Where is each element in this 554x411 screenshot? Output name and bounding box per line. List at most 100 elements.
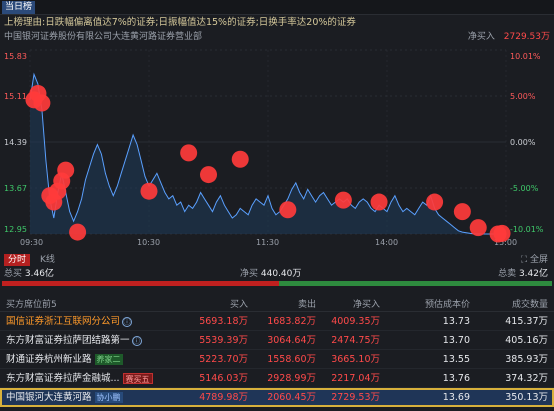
y-pct-tick-label: 5.00% [510, 92, 536, 101]
total-sell: 总卖 3.42亿 [498, 268, 548, 280]
tab-kline[interactable]: K线 [40, 254, 55, 266]
info-icon[interactable]: ⓘ [122, 316, 133, 327]
seat-tag: 养家二 [94, 354, 123, 365]
buy-ratio-fill [2, 281, 279, 286]
trade-marker [334, 191, 352, 209]
cost-value: 13.73 [442, 316, 470, 327]
seat-name: 中国银河大连黄河路 协小鹏 [6, 388, 123, 407]
seat-name-text: 中国银河大连黄河路 [6, 392, 92, 403]
buy-value: 5539.39万 [199, 335, 248, 346]
amount-value: 350.13万 [505, 392, 548, 403]
total-sell-value: 3.42亿 [518, 269, 548, 279]
cost-value: 13.69 [442, 392, 470, 403]
branch-name: 中国银河证券股份有限公司大连黄河路证券营业部 [4, 32, 203, 42]
listing-reason: 上榜理由:日跌幅偏离值达7%的证券;日振幅值达15%的证券;日换手率达20%的证… [4, 17, 356, 28]
trade-marker [469, 219, 487, 237]
table-row[interactable]: 财通证券杭州新业路 养家二 5223.70万 1558.60万 3665.10万 … [0, 350, 554, 369]
header-buy[interactable]: 买入 [230, 298, 248, 312]
trade-marker [231, 150, 249, 168]
header-net[interactable]: 净买入 [353, 298, 380, 312]
table-row-selected[interactable]: 中国银河大连黄河路 协小鹏 4789.98万 2060.45万 2729.53万 … [0, 388, 554, 407]
cost-value: 13.70 [442, 335, 470, 346]
net-value: 4009.35万 [331, 316, 380, 327]
trade-marker [279, 201, 297, 219]
seat-name-text: 东方财富证券拉萨金融城... [6, 373, 120, 384]
header-amount[interactable]: 成交数量 [512, 298, 548, 312]
seat-name: 财通证券杭州新业路 养家二 [6, 350, 123, 369]
amount-value: 374.32万 [505, 373, 548, 384]
sell-value: 2928.99万 [267, 373, 316, 384]
table-header: 买方席位前5 买入 卖出 净买入 预估成本价 成交数量 [0, 298, 554, 312]
net-value: 2474.75万 [331, 335, 380, 346]
x-tick-label: 14:00 [375, 238, 398, 247]
fullscreen-button[interactable]: ⛶ 全屏 [521, 254, 548, 266]
y-pct-tick-label: 10.01% [510, 52, 541, 61]
total-net-label: 净买 [240, 269, 259, 279]
totals-bar: 总买 3.46亿 净买 440.40万 总卖 3.42亿 [0, 268, 554, 280]
seat-tag: 协小鹏 [94, 392, 123, 403]
table-row[interactable]: 东方财富证券拉萨团结路第一 ⓘ 5539.39万 3064.64万 2474.75… [0, 331, 554, 350]
total-buy-label: 总买 [4, 269, 23, 279]
x-tick-label: 11:30 [256, 238, 279, 247]
amount-value: 405.16万 [505, 335, 548, 346]
total-net-value: 440.40万 [260, 269, 302, 279]
total-sell-label: 总卖 [498, 269, 517, 279]
seat-name: 东方财富证券拉萨金融城... 赛买五 [6, 369, 153, 388]
sell-value: 3064.64万 [267, 335, 316, 346]
seat-name-text: 财通证券杭州新业路 [6, 354, 92, 365]
seat-tag: 赛买五 [122, 373, 153, 384]
fullscreen-label: 全屏 [529, 255, 548, 265]
branch-net-buy: 净买入 2729.53万 [468, 31, 550, 43]
x-tick-label: 10:30 [137, 238, 160, 247]
y-tick-label: 15.83 [4, 52, 27, 61]
info-icon[interactable]: ⓘ [131, 335, 142, 346]
amount-value: 385.93万 [505, 354, 548, 365]
cost-value: 13.55 [442, 354, 470, 365]
trade-marker [140, 182, 158, 200]
buy-value: 5146.03万 [199, 373, 248, 384]
trade-marker [200, 166, 217, 184]
tab-bar: 当日榜 [0, 0, 554, 15]
seat-name: 国信证券浙江互联网分公司 ⓘ [6, 312, 133, 331]
trade-marker [426, 193, 444, 211]
trade-marker [180, 144, 198, 162]
net-value: 2729.53万 [331, 392, 380, 403]
tab-timeshare[interactable]: 分时 [4, 254, 31, 266]
buy-value: 5693.18万 [199, 316, 248, 327]
trade-marker [489, 225, 507, 243]
trade-marker [57, 161, 75, 179]
seat-name: 东方财富证券拉萨团结路第一 ⓘ [6, 331, 142, 350]
total-buy: 总买 3.46亿 [4, 268, 54, 280]
y-tick-label: 13.67 [4, 184, 27, 193]
y-pct-tick-label: -5.00% [510, 184, 539, 193]
seat-name-text: 国信证券浙江互联网分公司 [6, 316, 121, 327]
tab-daily-list[interactable]: 当日榜 [2, 1, 36, 14]
buy-sell-ratio-bar [2, 281, 552, 286]
trade-marker [69, 223, 87, 241]
sell-value: 1558.60万 [267, 354, 316, 365]
net-buy-value: 2729.53万 [503, 32, 550, 42]
net-value: 3665.10万 [331, 354, 380, 365]
intraday-chart[interactable]: 15.83 10.01% 15.11 5.00% 14.39 0.00% 13.67 -5.0… [0, 44, 554, 252]
y-tick-label: 12.95 [4, 225, 27, 234]
buy-value: 5223.70万 [199, 354, 248, 365]
trade-marker [370, 193, 388, 211]
net-buy-label: 净买入 [467, 32, 495, 42]
y-pct-tick-label: -10.01% [510, 225, 544, 234]
table-row[interactable]: 国信证券浙江互联网分公司 ⓘ 5693.18万 1683.82万 4009.35万… [0, 312, 554, 331]
trade-marker [33, 94, 51, 112]
net-value: 2217.04万 [331, 373, 380, 384]
x-tick-label: 09:30 [20, 238, 43, 247]
sell-value: 2060.45万 [267, 392, 316, 403]
sell-value: 1683.82万 [267, 316, 316, 327]
amount-value: 415.37万 [505, 316, 548, 327]
header-sell[interactable]: 卖出 [298, 298, 316, 312]
y-tick-label: 15.11 [4, 92, 27, 101]
trade-marker [453, 203, 471, 221]
y-tick-label: 14.39 [4, 138, 27, 147]
buy-value: 4789.98万 [199, 392, 248, 403]
table-row[interactable]: 东方财富证券拉萨金融城... 赛买五 5146.03万 2928.99万 2217… [0, 369, 554, 388]
header-name[interactable]: 买方席位前5 [6, 298, 57, 312]
buyer-seats-table: 买方席位前5 买入 卖出 净买入 预估成本价 成交数量 国信证券浙江互联网分公司… [0, 298, 554, 407]
header-cost[interactable]: 预估成本价 [425, 298, 470, 312]
